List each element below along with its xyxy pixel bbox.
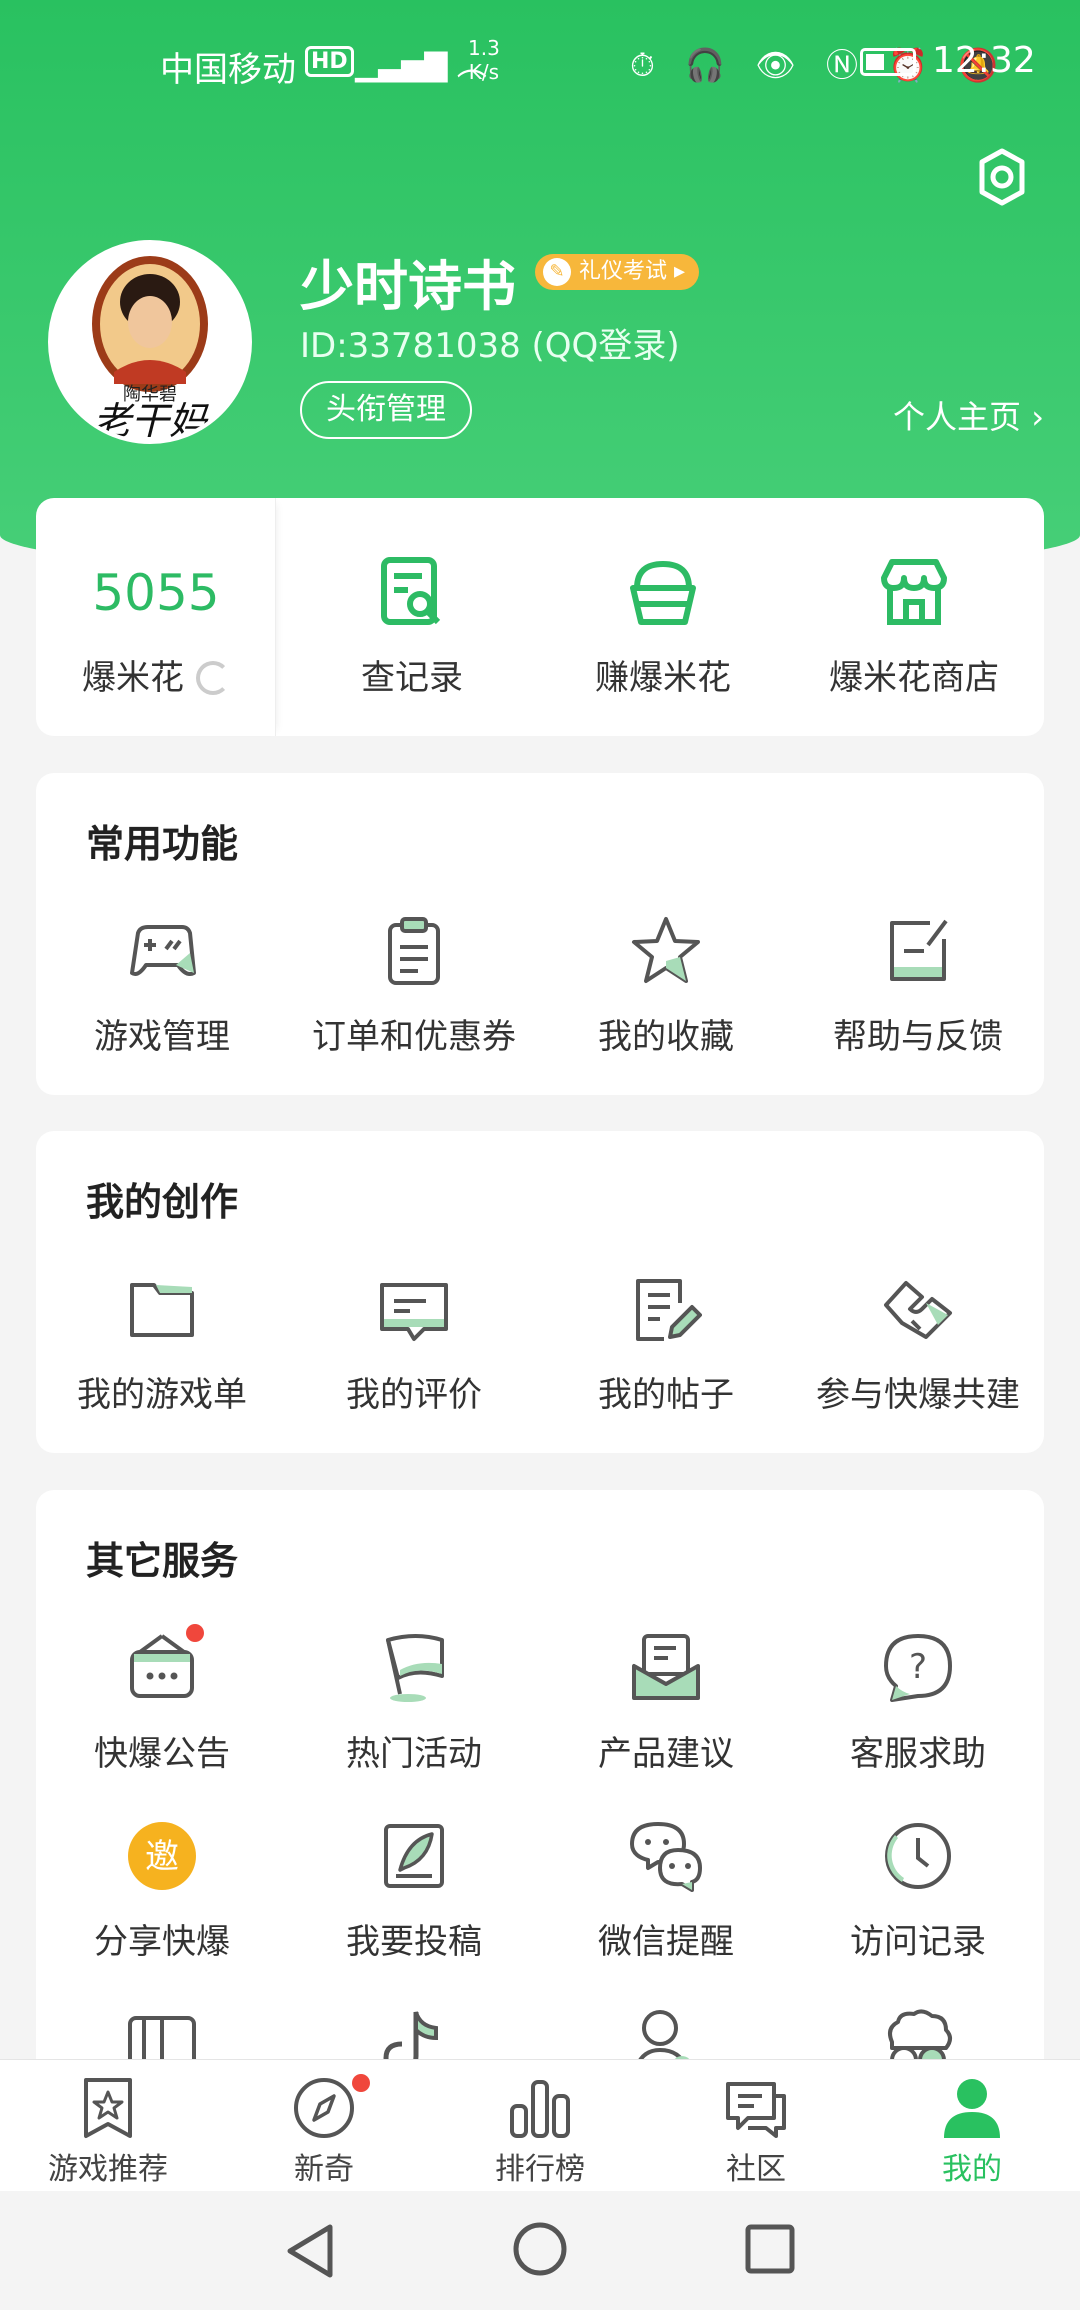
tab-game-recommend[interactable]: 游戏推荐 xyxy=(0,2060,216,2192)
tab-ranking[interactable]: 排行榜 xyxy=(432,2060,648,2192)
svg-text:老干妈: 老干妈 xyxy=(93,399,209,440)
avatar-image: 陶华碧 老干妈 xyxy=(92,256,209,440)
recents-square-icon[interactable] xyxy=(744,2223,796,2275)
help-bubble-icon: ? xyxy=(884,1634,952,1702)
popcorn-value: 5055 xyxy=(92,564,220,622)
status-bar: 中国移动 HD ▁▃▅▇ ︵ 1.3 K/s ⏱ 🎧 👁 Ⓝ ⏰ 🔕 12:32 xyxy=(0,30,1080,94)
common-functions-title: 常用功能 xyxy=(86,822,239,866)
popcorn-shop-button[interactable]: 爆米花商店 xyxy=(789,498,1039,736)
speed-value: 1.3 xyxy=(468,36,500,60)
common-functions-card: 常用功能 游戏管理 订单和优惠券 我的收藏 帮助与反馈 xyxy=(36,773,1044,1095)
username: 少时诗书 xyxy=(300,255,516,318)
star-icon xyxy=(632,917,700,983)
help-feedback-label: 帮助与反馈 xyxy=(833,1017,1003,1057)
submit-feather-icon xyxy=(384,1824,444,1888)
my-reviews-label: 我的评价 xyxy=(346,1375,482,1415)
wechat-reminder-label: 微信提醒 xyxy=(598,1922,734,1962)
tab-label-novelty: 新奇 xyxy=(294,2152,354,2187)
announcement-icon xyxy=(130,1634,194,1698)
svg-text:?: ? xyxy=(909,1647,927,1687)
tab-mine[interactable]: 我的 xyxy=(864,2060,1080,2192)
user-id: ID:33781038 (QQ登录) xyxy=(300,326,680,366)
hot-events-label: 热门活动 xyxy=(346,1734,482,1774)
system-navigation-bar xyxy=(0,2191,1080,2310)
settings-gear-icon[interactable] xyxy=(970,145,1034,209)
game-recommend-icon xyxy=(84,2078,132,2138)
network-speed: 1.3 K/s xyxy=(468,36,500,84)
orders-coupons-label: 订单和优惠券 xyxy=(312,1017,516,1057)
handshake-icon xyxy=(884,1281,952,1339)
ranking-icon xyxy=(510,2080,570,2138)
co-build-label: 参与快爆共建 xyxy=(816,1375,1020,1415)
refresh-icon[interactable] xyxy=(196,661,230,695)
compass-icon xyxy=(294,2078,354,2138)
clipboard-icon xyxy=(388,917,440,985)
tab-label-community: 社区 xyxy=(726,2152,786,2187)
carrier-name: 中国移动 xyxy=(160,50,296,90)
stats-card: 5055 爆米花 查记录 赚爆米花 爆米花商店 xyxy=(36,498,1044,736)
badge-label: 礼仪考试 xyxy=(579,259,668,284)
feedback-icon xyxy=(890,919,948,981)
speed-unit: K/s xyxy=(468,60,500,84)
my-creations-card: 我的创作 我的游戏单 我的评价 我的帖子 参与快爆共建 xyxy=(36,1131,1044,1453)
tab-novelty[interactable]: 新奇 xyxy=(216,2060,432,2192)
record-button[interactable]: 查记录 xyxy=(287,498,537,736)
tab-label-game-recommend: 游戏推荐 xyxy=(48,2152,168,2187)
battery-icon xyxy=(860,48,916,76)
submit-article-label: 我要投稿 xyxy=(346,1922,482,1962)
title-badge[interactable]: ✎ 礼仪考试 ▸ xyxy=(535,254,700,290)
record-search-icon xyxy=(381,557,441,625)
invite-badge-text: 邀 xyxy=(145,1837,179,1877)
title-management-button[interactable]: 头衔管理 xyxy=(300,381,472,439)
popcorn-bucket-icon xyxy=(630,560,696,625)
suggestion-mail-icon xyxy=(632,1634,700,1700)
profile-icon xyxy=(944,2079,1000,2138)
gamepad-icon xyxy=(130,925,196,976)
popcorn-balance[interactable]: 5055 爆米花 xyxy=(36,498,276,736)
other-services-title: 其它服务 xyxy=(86,1539,239,1583)
earn-popcorn-button[interactable]: 赚爆米花 xyxy=(538,498,788,736)
share-app-label: 分享快爆 xyxy=(94,1922,230,1962)
pen-icon: ✎ xyxy=(543,258,571,286)
folder-icon xyxy=(130,1283,194,1337)
wechat-icon xyxy=(630,1822,702,1892)
product-suggestion-label: 产品建议 xyxy=(598,1734,734,1774)
customer-service-label: 客服求助 xyxy=(850,1734,986,1774)
announcement-label: 快爆公告 xyxy=(94,1734,230,1774)
popcorn-label-row: 爆米花 xyxy=(36,650,276,699)
community-icon xyxy=(726,2082,786,2138)
earn-popcorn-label: 赚爆米花 xyxy=(595,658,731,698)
game-management-label: 游戏管理 xyxy=(94,1017,230,1057)
popcorn-label: 爆米花 xyxy=(82,658,184,698)
my-creations-title: 我的创作 xyxy=(86,1180,239,1224)
tab-label-ranking: 排行榜 xyxy=(495,2152,585,2187)
tab-label-mine: 我的 xyxy=(942,2152,1002,2187)
record-label: 查记录 xyxy=(361,658,463,698)
home-circle-icon[interactable] xyxy=(512,2221,568,2277)
other-services-card: 其它服务 快爆公告 热门活动 产品建议 ? 客服求助 邀 分享快爆 我要投稿 微… xyxy=(36,1490,1044,2090)
post-edit-icon xyxy=(636,1279,702,1341)
my-favorites-label: 我的收藏 xyxy=(598,1017,734,1057)
my-game-list-label: 我的游戏单 xyxy=(77,1375,247,1415)
tab-community[interactable]: 社区 xyxy=(648,2060,864,2192)
back-triangle-icon[interactable] xyxy=(284,2221,336,2281)
hd-indicator: HD xyxy=(305,46,354,77)
my-posts-label: 我的帖子 xyxy=(598,1375,734,1415)
comment-icon xyxy=(380,1283,448,1341)
personal-homepage-link[interactable]: 个人主页 › xyxy=(893,392,1044,438)
clock-icon xyxy=(885,1823,951,1889)
invite-icon: 邀 xyxy=(128,1822,196,1890)
avatar[interactable]: 陶华碧 老干妈 xyxy=(48,240,252,444)
clock-time: 12:32 xyxy=(932,40,1036,81)
novelty-new-dot xyxy=(352,2074,370,2092)
popcorn-shop-label: 爆米花商店 xyxy=(829,658,999,698)
flag-icon xyxy=(386,1634,444,1702)
shop-icon xyxy=(881,559,947,625)
bottom-tab-bar: 游戏推荐 新奇 排行榜 社区 我的 xyxy=(0,2059,1080,2191)
announcement-new-dot xyxy=(186,1624,204,1642)
visit-history-label: 访问记录 xyxy=(850,1922,986,1962)
